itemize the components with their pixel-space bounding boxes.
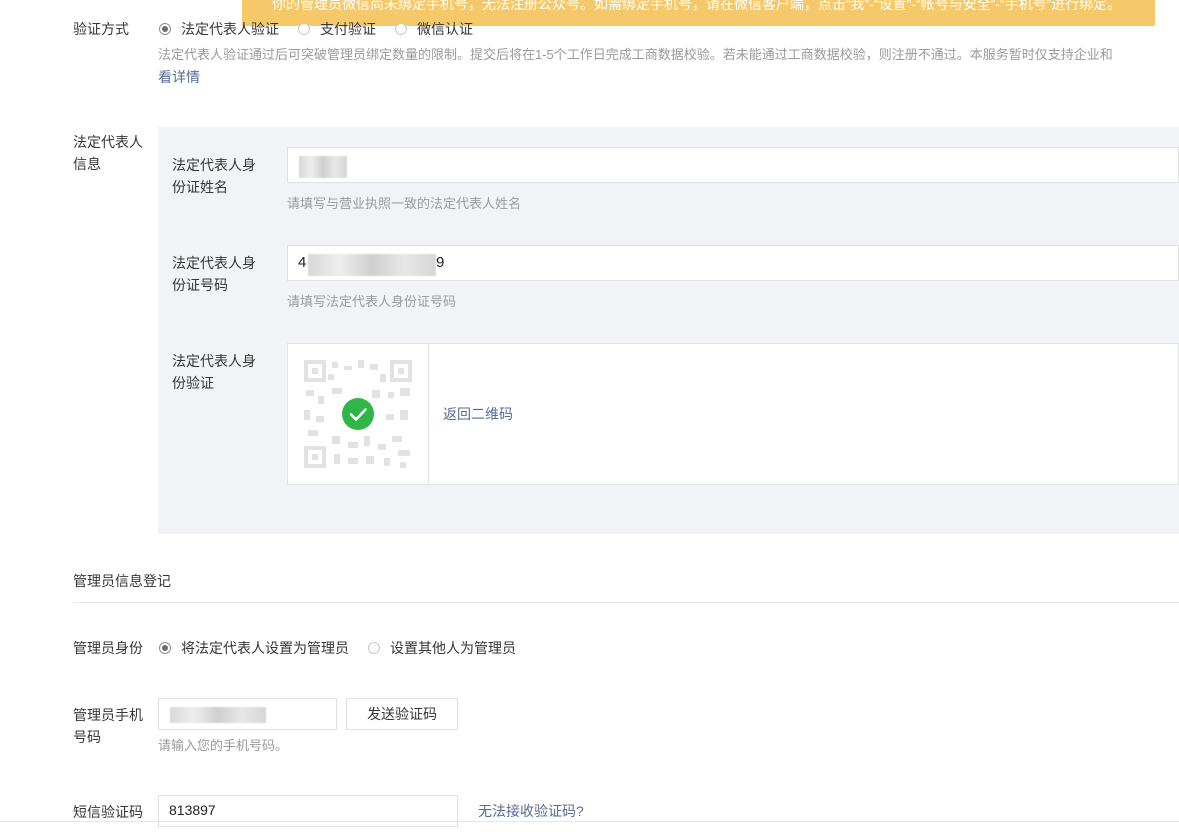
legal-auth-label: 法定代表人身 份验证 bbox=[172, 350, 256, 394]
legal-id-label: 法定代表人身 份证号码 bbox=[172, 252, 256, 296]
legal-id-label-line2: 份证号码 bbox=[172, 277, 228, 293]
admin-phone-input[interactable] bbox=[158, 698, 337, 730]
sms-code-value: 813897 bbox=[169, 802, 216, 818]
legal-name-label: 法定代表人身 份证姓名 bbox=[172, 154, 256, 198]
verify-method-label: 验证方式 bbox=[73, 21, 129, 37]
radio-legal-rep-label: 法定代表人验证 bbox=[181, 21, 279, 37]
radio-icon bbox=[395, 23, 407, 35]
legal-auth-label-line1: 法定代表人身 bbox=[172, 353, 256, 369]
legal-id-last-digit: 9 bbox=[436, 254, 445, 271]
legal-info-label: 法定代表人 信息 bbox=[73, 131, 143, 175]
redacted-phone bbox=[170, 707, 266, 723]
radio-wechat-label: 微信认证 bbox=[417, 21, 473, 37]
admin-identity-label: 管理员身份 bbox=[73, 640, 143, 656]
send-code-button[interactable]: 发送验证码 bbox=[346, 698, 458, 730]
sms-code-input[interactable]: 813897 bbox=[158, 795, 458, 827]
legal-name-input[interactable] bbox=[287, 147, 1179, 183]
radio-admin-legal-rep[interactable]: 将法定代表人设置为管理员 bbox=[159, 638, 349, 658]
view-details-link[interactable]: 看详情 bbox=[158, 67, 200, 87]
sms-code-label: 短信验证码 bbox=[73, 804, 143, 820]
admin-section-title: 管理员信息登记 bbox=[73, 573, 171, 589]
radio-icon bbox=[159, 23, 171, 35]
admin-phone-label-line1: 管理员手机 bbox=[73, 707, 143, 723]
redacted-id bbox=[308, 254, 436, 276]
section-divider bbox=[73, 602, 1179, 603]
bottom-divider bbox=[0, 821, 1179, 822]
legal-name-label-line2: 份证姓名 bbox=[172, 179, 228, 195]
redacted-name bbox=[299, 156, 347, 178]
back-to-qr-link[interactable]: 返回二维码 bbox=[443, 404, 513, 424]
legal-info-label-line1: 法定代表人 bbox=[73, 134, 143, 150]
radio-icon bbox=[298, 23, 310, 35]
warning-banner: 你的管理员微信尚未绑定手机号，无法注册公众号。如需绑定手机号，请在微信客户端，点… bbox=[242, 0, 1155, 26]
radio-admin-other[interactable]: 设置其他人为管理员 bbox=[368, 638, 516, 658]
admin-phone-hint: 请输入您的手机号码。 bbox=[158, 738, 289, 753]
radio-icon bbox=[159, 642, 171, 654]
check-circle-icon bbox=[342, 398, 374, 430]
warning-banner-text: 你的管理员微信尚未绑定手机号，无法注册公众号。如需绑定手机号，请在微信客户端，点… bbox=[272, 0, 1122, 12]
legal-id-label-line1: 法定代表人身 bbox=[172, 255, 256, 271]
radio-payment-label: 支付验证 bbox=[320, 21, 376, 37]
legal-name-hint: 请填写与营业执照一致的法定代表人姓名 bbox=[287, 196, 522, 211]
radio-payment[interactable]: 支付验证 bbox=[298, 19, 376, 39]
admin-phone-label: 管理员手机 号码 bbox=[73, 704, 143, 748]
radio-icon bbox=[368, 642, 380, 654]
legal-auth-label-line2: 份验证 bbox=[172, 375, 214, 391]
radio-legal-rep[interactable]: 法定代表人验证 bbox=[159, 19, 279, 39]
legal-id-hint: 请填写法定代表人身份证号码 bbox=[287, 294, 457, 309]
radio-admin-other-label: 设置其他人为管理员 bbox=[390, 640, 516, 656]
legal-id-input[interactable]: 4 9 bbox=[287, 245, 1179, 281]
radio-wechat[interactable]: 微信认证 bbox=[395, 19, 473, 39]
legal-name-label-line1: 法定代表人身 bbox=[172, 157, 256, 173]
cannot-receive-code-link[interactable]: 无法接收验证码? bbox=[478, 800, 584, 822]
legal-info-label-line2: 信息 bbox=[73, 156, 101, 172]
verify-description: 法定代表人验证通过后可突破管理员绑定数量的限制。提交后将在1-5个工作日完成工商… bbox=[158, 47, 1113, 62]
legal-id-first-digit: 4 bbox=[298, 254, 307, 271]
radio-admin-legal-rep-label: 将法定代表人设置为管理员 bbox=[181, 640, 349, 656]
admin-phone-label-line2: 号码 bbox=[73, 729, 101, 745]
